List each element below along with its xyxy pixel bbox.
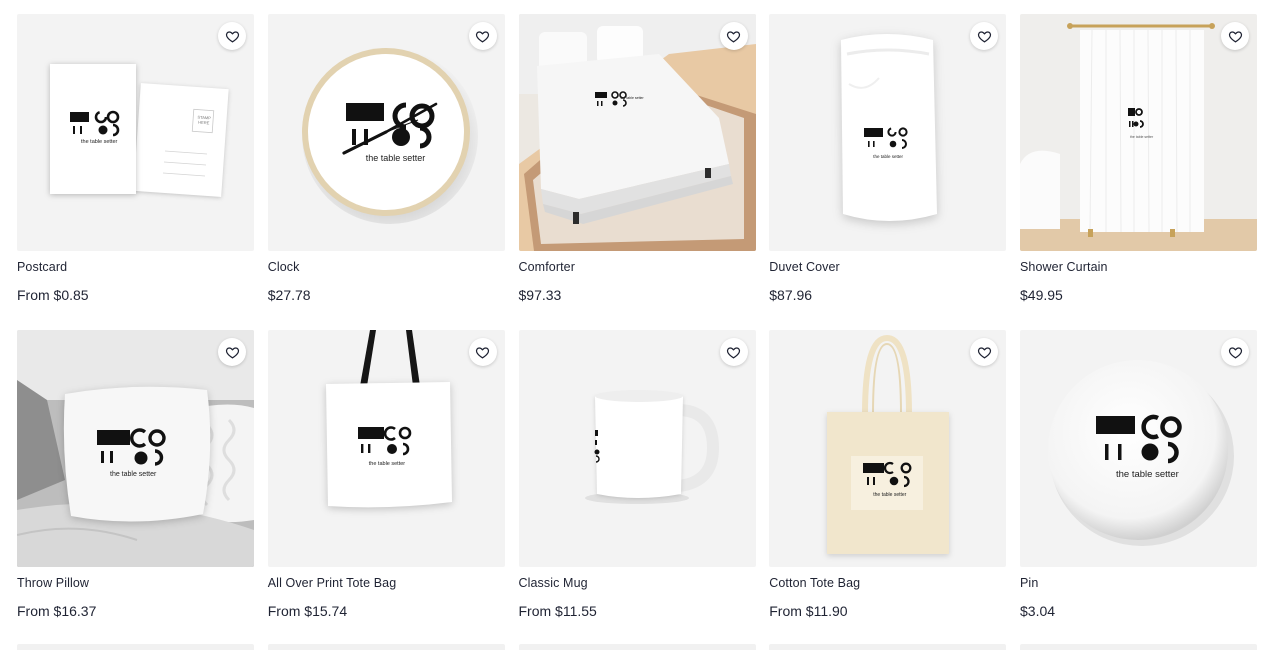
product-name[interactable]: Cotton Tote Bag	[769, 576, 860, 590]
next-row-thumb	[518, 644, 756, 650]
mug-illustration	[584, 390, 719, 504]
next-row-thumb	[1020, 644, 1257, 650]
clock-logo-text: the table setter	[365, 153, 426, 163]
product-price: From $11.55	[518, 603, 597, 619]
product-card-all-over-print-tote-bag[interactable]: the table setter All Over Print Tote Bag…	[267, 330, 505, 646]
favorite-button[interactable]	[218, 338, 246, 366]
product-card-comforter[interactable]: the table setter Comforter $97.33	[518, 14, 756, 330]
postcard-illustration	[50, 64, 229, 197]
product-image-throw-pillow[interactable]: the table setter	[17, 330, 254, 567]
product-name[interactable]: Shower Curtain	[1020, 260, 1108, 274]
product-price: $97.33	[518, 287, 562, 303]
throw-pillow-logo-text: the table setter	[110, 471, 157, 478]
next-row-thumb	[17, 644, 254, 650]
product-image-comforter[interactable]: the table setter	[518, 14, 756, 251]
product-card-pin[interactable]: the table setter Pin $3.04	[1020, 330, 1257, 646]
cotton-tote-illustration	[827, 334, 950, 554]
favorite-button[interactable]	[468, 338, 497, 366]
favorite-button[interactable]	[218, 22, 246, 50]
duvet-logo-text: the table setter	[873, 154, 904, 159]
product-price: From $16.37	[17, 603, 97, 619]
product-price: $49.95	[1020, 287, 1063, 303]
next-row-peek	[17, 644, 1257, 650]
tote-logo-text: the table setter	[368, 461, 406, 467]
product-name[interactable]: Comforter	[519, 260, 575, 274]
heart-outline-icon	[1228, 346, 1242, 358]
product-price: From $0.85	[17, 287, 89, 303]
product-name[interactable]: Pin	[1020, 576, 1038, 590]
product-name[interactable]: All Over Print Tote Bag	[268, 576, 397, 590]
product-card-cotton-tote-bag[interactable]: the table setter Cotton Tote Bag From $1…	[769, 330, 1007, 646]
product-name[interactable]: Classic Mug	[519, 576, 588, 590]
shower-curtain-logo-text: the table setter	[1130, 135, 1154, 139]
heart-outline-icon	[977, 346, 991, 358]
postcard-logo-text: the table setter	[81, 139, 118, 145]
heart-outline-icon	[726, 346, 741, 358]
product-name[interactable]: Clock	[268, 260, 300, 274]
product-card-classic-mug[interactable]: Classic Mug From $11.55	[518, 330, 756, 646]
tote-bag-illustration	[325, 330, 452, 508]
heart-outline-icon	[225, 346, 239, 358]
product-name[interactable]: Postcard	[17, 260, 67, 274]
product-card-duvet-cover[interactable]: the table setter Duvet Cover $87.96	[769, 14, 1007, 330]
heart-outline-icon	[476, 30, 490, 42]
cotton-tote-logo-text: the table setter	[873, 492, 907, 498]
product-card-postcard[interactable]: STAMP HERE the table setter Postcard Fro…	[17, 14, 254, 330]
product-name[interactable]: Duvet Cover	[769, 260, 840, 274]
shower-curtain-illustration	[1020, 23, 1257, 251]
product-card-clock[interactable]: the table setter Clock $27.78	[267, 14, 505, 330]
product-grid: STAMP HERE the table setter Postcard Fro…	[17, 14, 1257, 646]
heart-outline-icon	[1228, 30, 1242, 42]
product-image-classic-mug[interactable]	[518, 330, 756, 567]
product-price: $87.96	[769, 287, 813, 303]
heart-outline-icon	[726, 30, 741, 42]
product-price: $27.78	[267, 287, 311, 303]
heart-outline-icon	[225, 30, 239, 42]
product-image-all-over-print-tote-bag[interactable]: the table setter	[267, 330, 505, 567]
heart-outline-icon	[977, 30, 991, 42]
product-image-cotton-tote-bag[interactable]: the table setter	[769, 330, 1007, 567]
product-image-shower-curtain[interactable]: the table setter	[1020, 14, 1257, 251]
product-card-shower-curtain[interactable]: the table setter Shower Curtain $49.95	[1020, 14, 1257, 330]
product-image-duvet-cover[interactable]: the table setter	[769, 14, 1007, 251]
next-row-thumb	[769, 644, 1007, 650]
pin-illustration	[1048, 360, 1234, 546]
comforter-logo-text: the table setter	[620, 96, 644, 100]
throw-pillow-illustration	[17, 330, 254, 567]
product-image-pin[interactable]: the table setter	[1020, 330, 1257, 567]
product-price: $3.04	[1020, 603, 1056, 619]
clock-illustration	[301, 48, 478, 224]
product-name[interactable]: Throw Pillow	[17, 576, 89, 590]
product-price: From $11.90	[769, 603, 848, 619]
duvet-cover-illustration	[841, 34, 938, 221]
favorite-button[interactable]	[1221, 338, 1249, 366]
favorite-button[interactable]	[719, 22, 748, 50]
favorite-button[interactable]	[719, 338, 748, 366]
next-row-thumb	[267, 644, 505, 650]
postcard-stamp-text: STAMP HERE	[197, 114, 212, 126]
product-card-throw-pillow[interactable]: the table setter Throw Pillow From $16.3…	[17, 330, 254, 646]
pin-logo-text: the table setter	[1116, 469, 1179, 480]
comforter-illustration	[518, 14, 756, 251]
heart-outline-icon	[476, 346, 490, 358]
product-image-postcard[interactable]: STAMP HERE the table setter	[17, 14, 254, 251]
favorite-button[interactable]	[468, 22, 497, 50]
product-price: From $15.74	[267, 603, 348, 619]
product-image-clock[interactable]: the table setter	[267, 14, 505, 251]
favorite-button[interactable]	[1221, 22, 1249, 50]
